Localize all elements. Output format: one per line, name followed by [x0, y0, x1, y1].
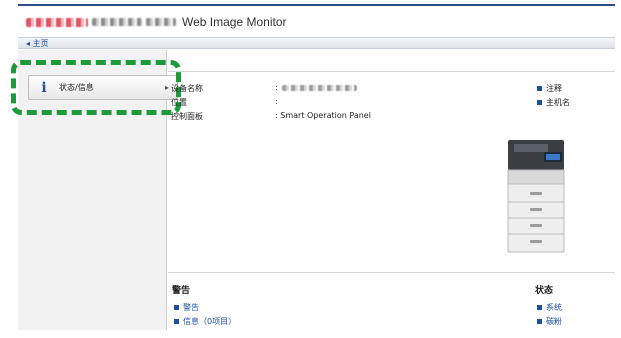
status-heading: 状态: [535, 286, 554, 296]
hostname-link[interactable]: 主机名: [537, 97, 570, 108]
square-bullet-icon: [174, 319, 179, 324]
square-bullet-icon: [537, 319, 542, 324]
home-link[interactable]: ◂ 主页: [26, 38, 49, 49]
model-name-redacted: [92, 18, 142, 26]
location-label: 位置: [171, 98, 187, 107]
main-content: 设备名称 : 位置 : 控制面板 : Smart Operation Panel…: [168, 50, 615, 330]
device-name-value: :: [275, 83, 357, 92]
comment-link[interactable]: 注释: [537, 83, 562, 94]
system-link[interactable]: 系统: [537, 302, 562, 313]
app-title: Web Image Monitor: [182, 15, 287, 29]
control-panel-label: 控制面板: [171, 112, 203, 121]
toner-link[interactable]: 碳粉: [537, 316, 562, 327]
messages-link[interactable]: 信息（0项目）: [174, 316, 236, 327]
bottom-panel: 警告 警告 信息（0项目） 状态 系统 碳粉: [168, 272, 615, 330]
square-bullet-icon: [174, 305, 179, 310]
sidebar-item-label: 状态/信息: [59, 83, 94, 92]
header-rule: [18, 4, 615, 6]
info-icon: i: [41, 79, 47, 96]
alerts-link[interactable]: 警告: [174, 302, 199, 313]
alerts-heading: 警告: [172, 286, 191, 296]
sidebar-item-status-info[interactable]: i 状态/信息 ▸: [28, 75, 178, 100]
square-bullet-icon: [537, 100, 542, 105]
printer-image: [507, 140, 565, 253]
device-name-redacted: [281, 84, 357, 91]
sidebar: i 状态/信息 ▸: [18, 50, 178, 330]
main-toolbar: [168, 50, 615, 72]
nav-bar: ◂ 主页: [18, 37, 615, 49]
app-header: Web Image Monitor: [26, 12, 287, 32]
brand-logo: [26, 17, 88, 27]
control-panel-value: : Smart Operation Panel: [275, 111, 371, 120]
device-name-label: 设备名称: [171, 84, 203, 93]
model-suffix-redacted: [146, 18, 176, 26]
location-value: :: [275, 97, 278, 106]
square-bullet-icon: [537, 305, 542, 310]
square-bullet-icon: [537, 86, 542, 91]
